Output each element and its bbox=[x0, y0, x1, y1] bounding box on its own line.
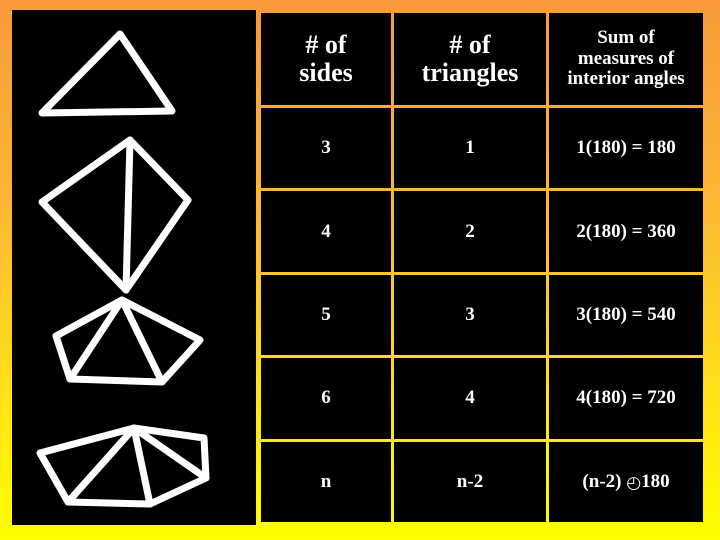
cell-triangles: 4 bbox=[394, 358, 546, 439]
cell-sides: 4 bbox=[261, 191, 391, 272]
table-row: 5 3 3(180) = 540 bbox=[261, 274, 703, 356]
cell-angle-sum: 3(180) = 540 bbox=[549, 274, 703, 356]
table-header-row: # of sides # of triangles Sum of measure… bbox=[261, 13, 703, 105]
table-row: 3 1 1(180) = 180 bbox=[261, 108, 703, 189]
column-header-angle-sum-line2: measures of bbox=[577, 47, 675, 69]
cell-triangles: 2 bbox=[394, 191, 546, 272]
multiplication-clock-glyph-icon: ◴ bbox=[626, 472, 642, 493]
table-body: 3 1 1(180) = 180 4 2 2(180) = 360 5 3 3(… bbox=[261, 108, 703, 522]
cell-sides: n bbox=[261, 441, 391, 522]
column-header-sides: # of sides bbox=[261, 13, 391, 105]
cell-sides: 3 bbox=[261, 108, 391, 189]
column-header-triangles-line2: triangles bbox=[421, 58, 519, 87]
formula-suffix: 180 bbox=[641, 470, 670, 492]
column-header-angle-sum-line3: interior angles bbox=[567, 68, 685, 90]
column-header-triangles: # of triangles bbox=[394, 13, 546, 105]
table-header: # of sides # of triangles Sum of measure… bbox=[261, 13, 703, 105]
column-header-angle-sum-line1: Sum of bbox=[597, 27, 655, 49]
table-row: n n-2 (n-2) ◴180 bbox=[261, 441, 703, 522]
column-header-triangles-line1: # of bbox=[449, 29, 491, 59]
table-row: 6 4 4(180) = 720 bbox=[261, 358, 703, 439]
cell-angle-sum: 1(180) = 180 bbox=[549, 108, 703, 189]
cell-angle-sum: 2(180) = 360 bbox=[549, 191, 703, 272]
column-header-sides-line1: # of bbox=[305, 29, 347, 59]
slide-canvas: # of sides # of triangles Sum of measure… bbox=[0, 0, 720, 540]
table-row: 4 2 2(180) = 360 bbox=[261, 191, 703, 272]
quadrilateral-diagonal bbox=[122, 136, 134, 294]
cell-angle-sum-formula: (n-2) ◴180 bbox=[549, 441, 703, 522]
polygon-diagrams-svg bbox=[36, 30, 210, 508]
cell-triangles: 1 bbox=[394, 108, 546, 189]
interior-angles-table: # of sides # of triangles Sum of measure… bbox=[258, 10, 706, 525]
cell-angle-sum: 4(180) = 720 bbox=[549, 358, 703, 439]
polygon-diagram-panel bbox=[12, 10, 256, 525]
column-header-sides-line2: sides bbox=[299, 58, 353, 87]
triangle-shape bbox=[38, 30, 176, 117]
formula-prefix: (n-2) bbox=[582, 470, 627, 492]
cell-sides: 5 bbox=[261, 274, 391, 356]
cell-triangles: 3 bbox=[394, 274, 546, 356]
column-header-angle-sum: Sum of measures of interior angles bbox=[549, 13, 703, 105]
cell-triangles: n-2 bbox=[394, 441, 546, 522]
quadrilateral-shape bbox=[38, 136, 192, 294]
cell-sides: 6 bbox=[261, 358, 391, 439]
